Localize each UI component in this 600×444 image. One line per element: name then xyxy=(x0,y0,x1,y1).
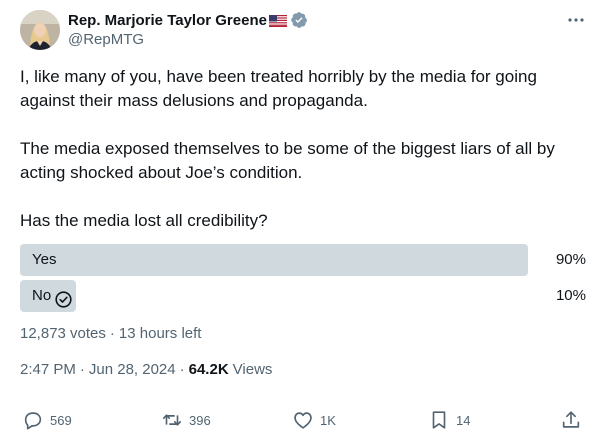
avatar[interactable] xyxy=(20,10,60,50)
reply-button[interactable]: 569 xyxy=(22,409,72,431)
poll-time-left: 13 hours left xyxy=(118,325,202,342)
separator: · xyxy=(179,361,185,378)
bookmark-count: 14 xyxy=(456,412,471,428)
views-label: Views xyxy=(232,361,273,378)
repost-button[interactable]: 396 xyxy=(161,409,211,431)
tweet-text: I, like many of you, have been treated h… xyxy=(20,65,585,233)
author-name-row: Rep. Marjorie Taylor Greene xyxy=(68,10,308,30)
share-button[interactable] xyxy=(560,409,582,431)
avatar-image xyxy=(20,10,60,50)
check-circle-icon xyxy=(55,288,72,308)
poll-option-label: Yes xyxy=(32,244,56,276)
author-name[interactable]: Rep. Marjorie Taylor Greene xyxy=(68,12,267,29)
poll-option-text: Yes xyxy=(32,251,57,268)
tweet-time[interactable]: 2:47 PM xyxy=(20,361,76,378)
poll-option-no[interactable]: No 10% xyxy=(20,280,586,312)
repost-count: 396 xyxy=(189,412,211,428)
poll-meta: 12,873 votes · 13 hours left xyxy=(20,325,201,342)
bookmark-button[interactable]: 14 xyxy=(428,409,470,431)
heart-icon xyxy=(294,412,312,429)
poll-bar-yes xyxy=(20,244,528,276)
verified-badge-icon xyxy=(290,11,308,29)
tweet-meta: 2:47 PM · Jun 28, 2024 · 64.2K Views xyxy=(20,361,272,378)
views-count: 64.2K xyxy=(188,361,229,378)
tweet-paragraph: I, like many of you, have been treated h… xyxy=(20,67,537,110)
tweet-date[interactable]: Jun 28, 2024 xyxy=(89,361,176,378)
poll: Yes 90% No 10% xyxy=(20,244,586,316)
tweet-paragraph: The media exposed themselves to be some … xyxy=(20,139,555,182)
more-options-button[interactable] xyxy=(566,12,586,28)
poll-vote-count: 12,873 votes xyxy=(20,325,106,342)
poll-option-text: No xyxy=(32,287,52,304)
poll-option-percent: 90% xyxy=(555,251,586,268)
separator: · xyxy=(109,325,115,342)
more-dots-icon xyxy=(568,18,584,22)
like-button[interactable]: 1K xyxy=(292,409,336,431)
repost-icon xyxy=(162,414,182,426)
share-icon xyxy=(562,411,580,428)
separator: · xyxy=(79,361,85,378)
action-bar: 569 396 1K 14 xyxy=(0,405,600,435)
tweet-paragraph: Has the media lost all credibility? xyxy=(20,211,268,230)
like-count: 1K xyxy=(320,412,336,428)
poll-option-yes[interactable]: Yes 90% xyxy=(20,244,586,276)
reply-icon xyxy=(24,412,42,430)
reply-count: 569 xyxy=(50,412,72,428)
poll-option-percent: 10% xyxy=(555,287,586,304)
us-flag-icon xyxy=(268,14,287,27)
bookmark-icon xyxy=(432,411,446,429)
poll-option-label: No xyxy=(32,280,72,312)
author-handle[interactable]: @RepMTG xyxy=(68,31,144,48)
